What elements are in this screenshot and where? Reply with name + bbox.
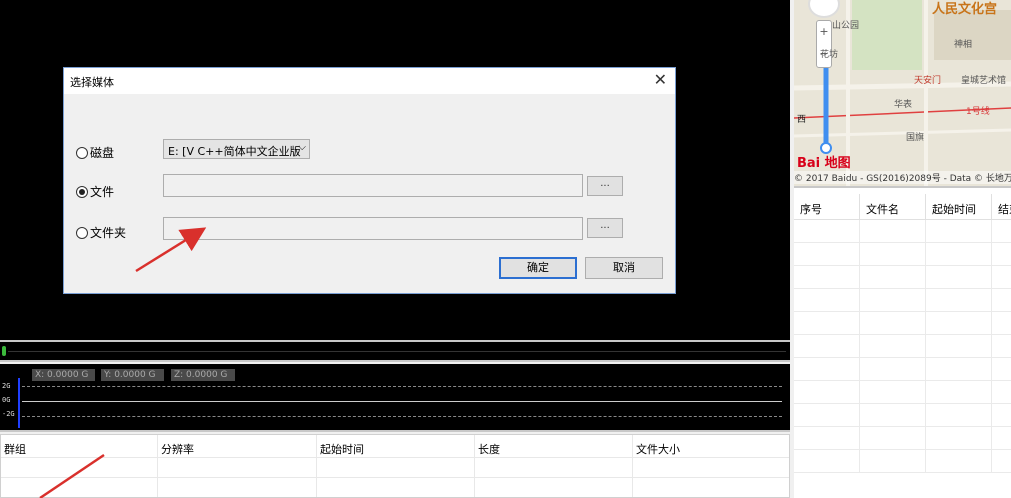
gsensor-axis-mid: 0G	[2, 396, 11, 404]
disk-select-value: E: [V C++简体中文企业版	[168, 145, 301, 158]
gsensor-line-bottom	[22, 416, 782, 417]
table-row[interactable]	[794, 404, 1011, 427]
table-row[interactable]	[794, 335, 1011, 358]
table-row[interactable]	[794, 427, 1011, 450]
gps-table-body	[794, 220, 1011, 498]
select-media-dialog: 选择媒体 ✕ 磁盘 E: [V C++简体中文企业版 ⌵ 文件 ... 文件夹 …	[63, 67, 676, 294]
table-row[interactable]	[794, 289, 1011, 312]
radio-folder[interactable]: 文件夹	[76, 224, 126, 241]
file-path-input[interactable]	[163, 174, 583, 197]
map-label-huafang: 花坊	[820, 50, 839, 60]
baidu-logo: Bai 地图	[797, 156, 851, 171]
dialog-titlebar[interactable]: 选择媒体 ✕	[64, 68, 675, 94]
gsensor-axis-top: 2G	[2, 382, 11, 390]
playback-progress[interactable]	[0, 340, 790, 362]
radio-disk-label: 磁盘	[90, 146, 115, 160]
radio-file[interactable]: 文件	[76, 183, 114, 200]
table-row[interactable]	[794, 312, 1011, 335]
file-table-header: 群组 分辨率 起始时间 长度 文件大小	[1, 435, 789, 457]
map-label-tiananmen: 天安门	[914, 76, 942, 86]
radio-disk-circle[interactable]	[76, 146, 88, 159]
zoom-in-icon[interactable]: +	[817, 21, 831, 43]
map-copyright: © 2017 Baidu - GS(2016)2089号 - Data © 长地…	[794, 171, 1011, 184]
gsensor-x-readout: X: 0.0000 G	[32, 369, 95, 381]
cancel-button[interactable]: 取消	[585, 257, 663, 279]
table-row[interactable]	[794, 243, 1011, 266]
browse-folder-button[interactable]: ...	[587, 218, 623, 238]
gsensor-line-mid	[22, 401, 782, 402]
table-row[interactable]	[794, 266, 1011, 289]
col-index[interactable]: 序号	[794, 194, 860, 219]
map-label-line1: 1号线	[966, 107, 990, 117]
map-poi-title: 人民文化宫	[932, 2, 998, 17]
gps-table-header: 序号 文件名 起始时间 结束	[794, 194, 1011, 220]
map-label-guoqi: 国旗	[906, 133, 925, 143]
progress-track	[8, 351, 786, 352]
map-view[interactable]: + − 人民文化宫 山公园 花坊 神相 天安门 皇城艺术馆 华表 1号线 西 国…	[794, 0, 1011, 188]
radio-file-label: 文件	[90, 185, 115, 199]
disk-select[interactable]: E: [V C++简体中文企业版 ⌵	[163, 139, 310, 159]
table-row[interactable]	[1, 477, 789, 497]
browse-file-button[interactable]: ...	[587, 176, 623, 196]
radio-file-circle[interactable]	[76, 185, 88, 198]
file-list-table: 群组 分辨率 起始时间 长度 文件大小	[0, 434, 790, 498]
gsensor-z-readout: Z: 0.0000 G	[171, 369, 235, 381]
progress-marker[interactable]	[2, 346, 6, 356]
col-start-time[interactable]: 起始时间	[317, 435, 475, 457]
chevron-down-icon: ⌵	[298, 142, 306, 153]
dialog-title: 选择媒体	[70, 76, 114, 89]
map-label-huabiao: 华表	[894, 100, 913, 110]
col-group[interactable]: 群组	[1, 435, 158, 457]
table-row[interactable]	[1, 457, 789, 477]
gsensor-panel: X: 0.0000 G Y: 0.0000 G Z: 0.0000 G 2G 0…	[0, 364, 790, 432]
map-label-shenxiang: 神相	[954, 40, 973, 50]
gsensor-y-readout: Y: 0.0000 G	[101, 369, 164, 381]
col-gps-start-time[interactable]: 起始时间	[926, 194, 992, 219]
col-file-size[interactable]: 文件大小	[633, 435, 789, 457]
radio-folder-circle[interactable]	[76, 226, 88, 239]
ok-button[interactable]: 确定	[499, 257, 577, 279]
map-zoom-control[interactable]: + −	[816, 20, 832, 68]
gsensor-line-top	[22, 386, 782, 387]
col-filename[interactable]: 文件名	[860, 194, 926, 219]
close-icon[interactable]: ✕	[654, 71, 667, 89]
map-label-art: 皇城艺术馆	[961, 76, 1007, 86]
col-length[interactable]: 长度	[475, 435, 633, 457]
gsensor-cursor[interactable]	[18, 378, 20, 428]
table-row[interactable]	[794, 220, 1011, 243]
radio-folder-label: 文件夹	[90, 226, 127, 240]
map-label-west: 西	[797, 115, 807, 125]
folder-path-input[interactable]	[163, 217, 583, 240]
col-end[interactable]: 结束	[992, 194, 1011, 219]
map-label-park: 山公园	[832, 21, 860, 31]
gsensor-axis-bottom: -2G	[2, 410, 15, 418]
app-window: X: 0.0000 G Y: 0.0000 G Z: 0.0000 G 2G 0…	[0, 0, 1011, 498]
col-resolution[interactable]: 分辨率	[158, 435, 317, 457]
right-panel: + − 人民文化宫 山公园 花坊 神相 天安门 皇城艺术馆 华表 1号线 西 国…	[794, 0, 1011, 498]
table-row[interactable]	[794, 358, 1011, 381]
table-row[interactable]	[794, 450, 1011, 473]
table-row[interactable]	[794, 381, 1011, 404]
radio-disk[interactable]: 磁盘	[76, 144, 114, 161]
